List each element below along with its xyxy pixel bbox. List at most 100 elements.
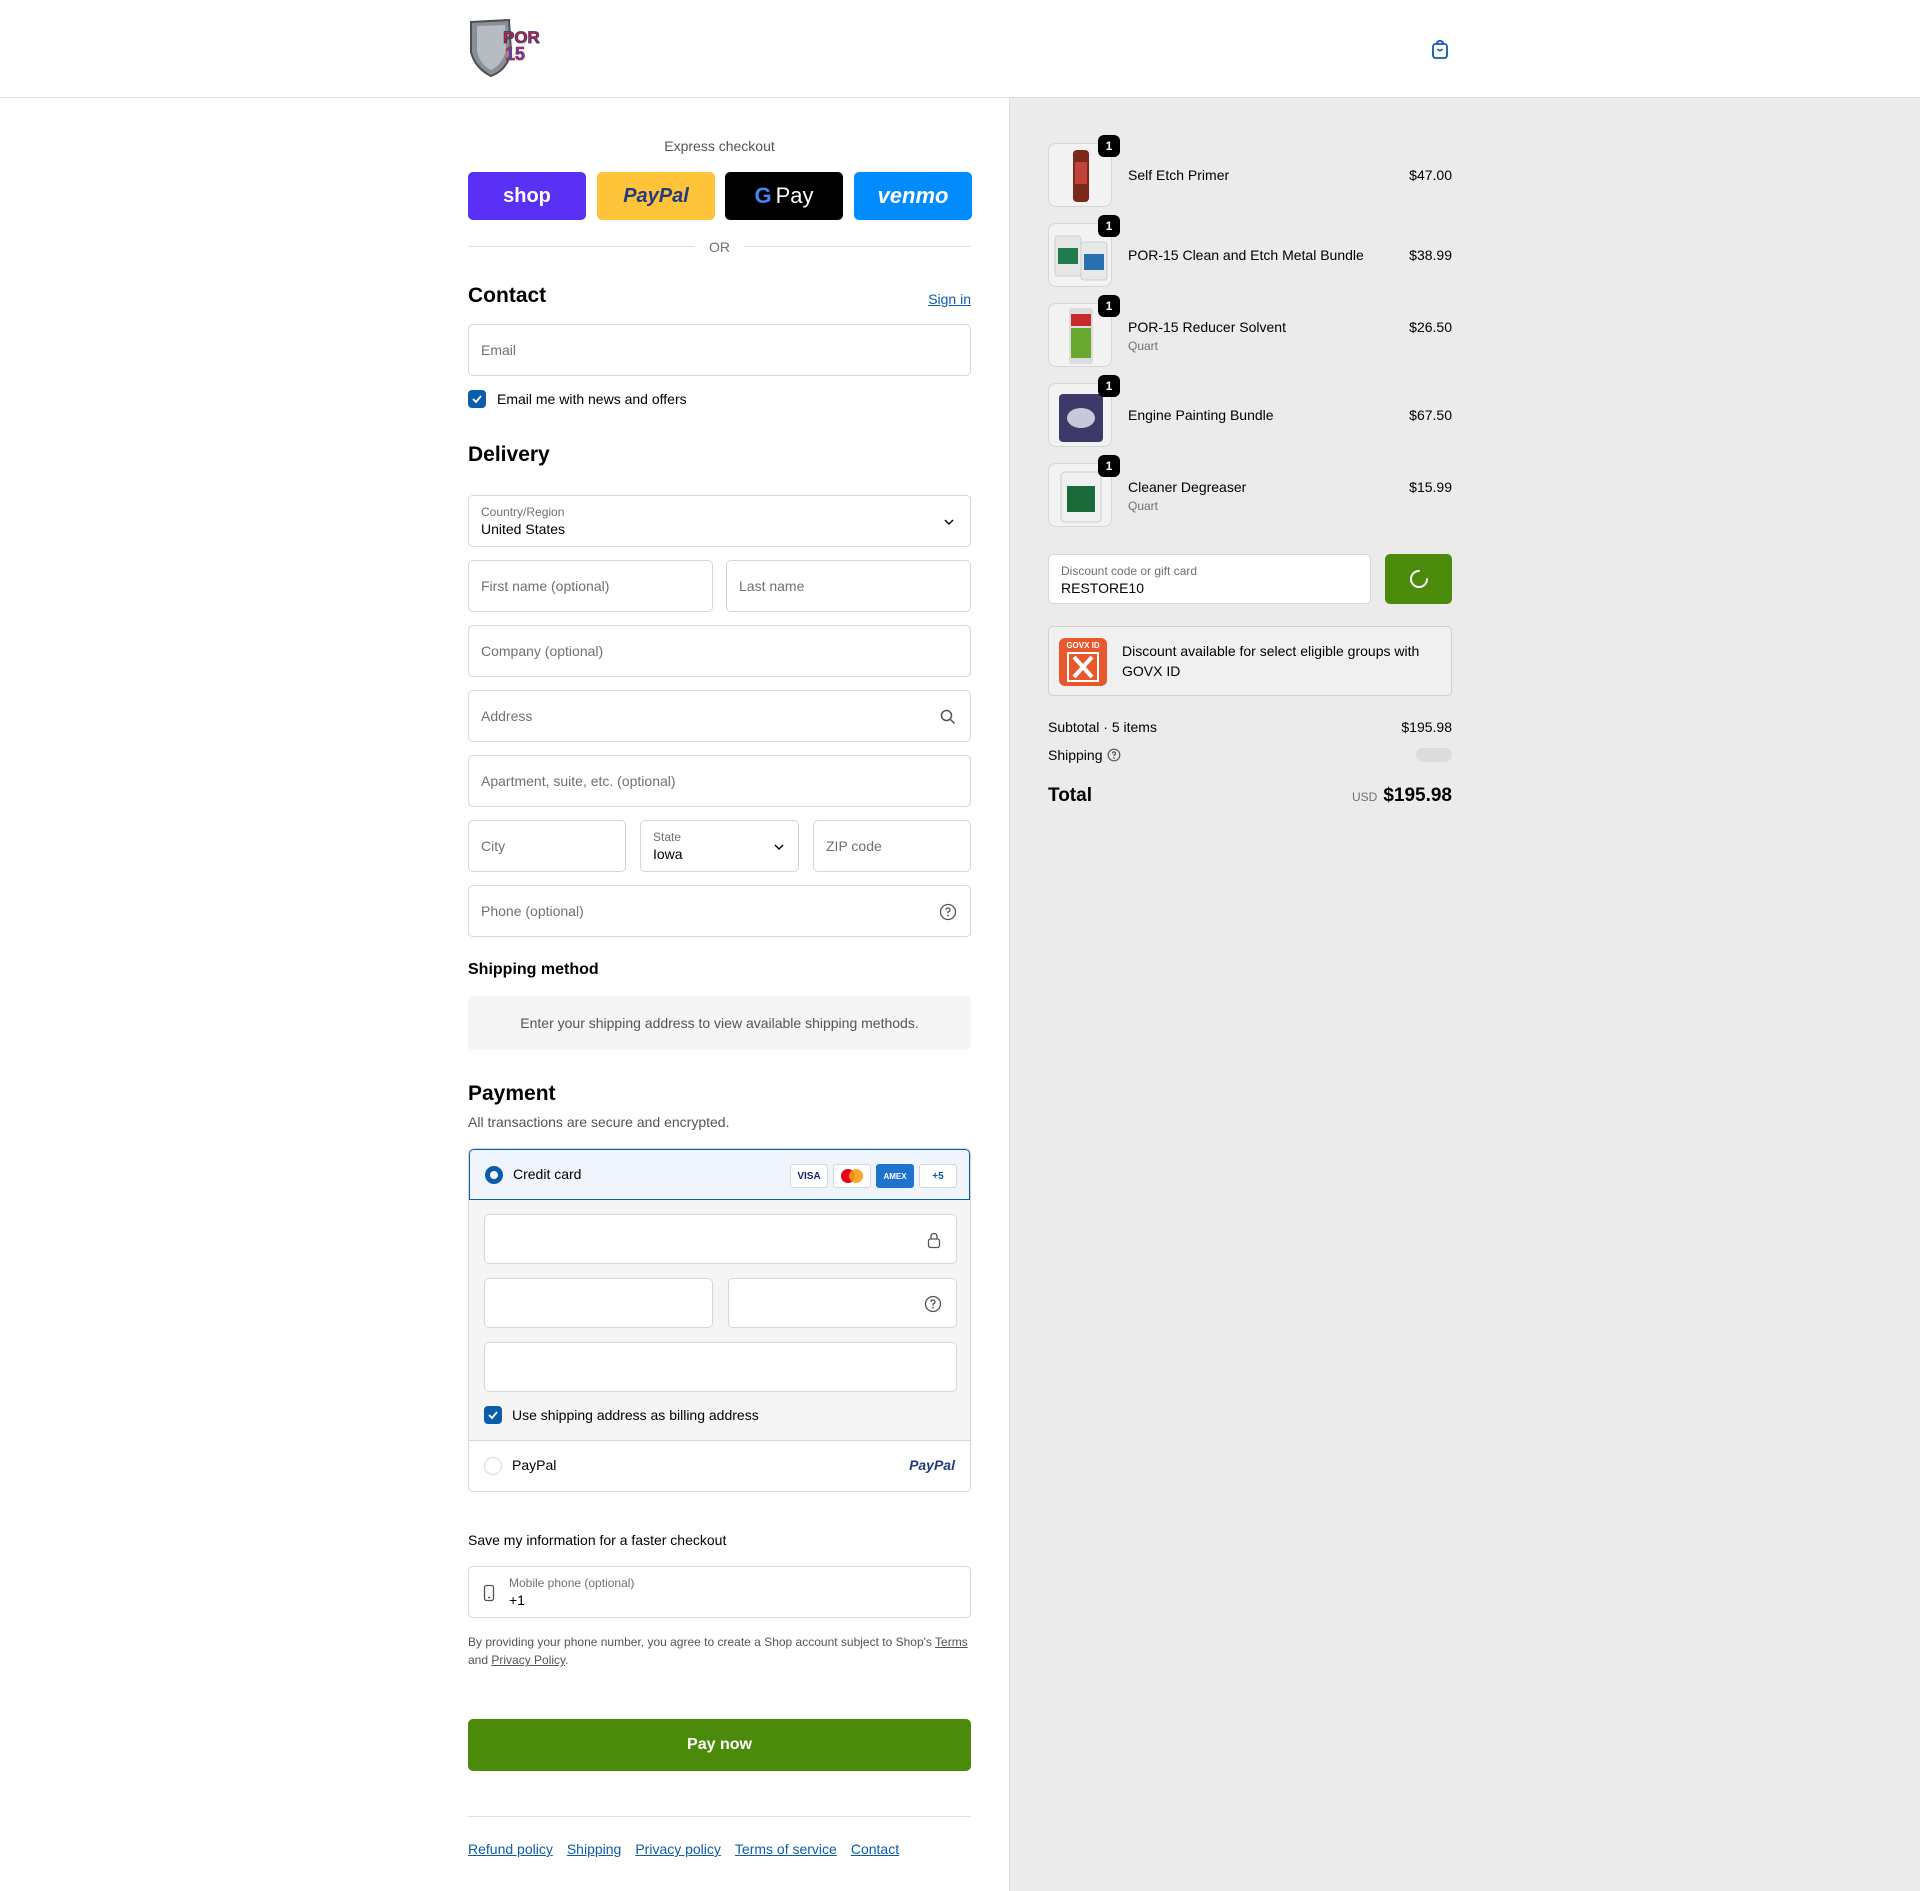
product-name: POR-15 Clean and Etch Metal Bundle: [1128, 247, 1364, 263]
line-item: 1 Self Etch Primer $47.00: [1048, 135, 1452, 209]
header: POR 15: [0, 0, 1920, 98]
payment-methods: Credit card VISA AMEX +5 Use shipping ad…: [468, 1148, 971, 1492]
currency-code: USD: [1351, 790, 1378, 804]
card-name-field[interactable]: [484, 1342, 957, 1392]
loading-spinner-icon: [1409, 570, 1428, 588]
phone-icon: [483, 1584, 495, 1602]
billing-same-label: Use shipping address as billing address: [512, 1407, 759, 1423]
newsletter-checkbox[interactable]: [468, 390, 486, 408]
paypal-radio[interactable]: [484, 1457, 502, 1475]
subtotal-label: Subtotal · 5 items: [1048, 719, 1157, 735]
quantity-badge: 1: [1098, 215, 1120, 237]
quantity-badge: 1: [1098, 295, 1120, 317]
payment-title: Payment: [468, 1082, 556, 1105]
total-value: $195.98: [1383, 785, 1452, 806]
checkmark-icon: [488, 1411, 498, 1420]
mastercard-icon: [833, 1164, 871, 1188]
save-info-title: Save my information for a faster checkou…: [468, 1532, 727, 1548]
privacy-policy-link[interactable]: Privacy policy: [635, 1841, 721, 1857]
shipping-method-title: Shipping method: [468, 961, 599, 978]
address-field[interactable]: Address: [468, 690, 971, 742]
first-name-field[interactable]: First name (optional): [468, 560, 713, 612]
google-pay-button[interactable]: G Pay: [725, 172, 843, 220]
terms-link[interactable]: Terms: [935, 1635, 968, 1649]
govx-text: Discount available for select eligible g…: [1122, 643, 1420, 679]
paypal-express-button[interactable]: PayPal: [597, 172, 715, 220]
apartment-field[interactable]: Apartment, suite, etc. (optional): [468, 755, 971, 807]
paypal-option[interactable]: PayPal PayPal: [469, 1441, 970, 1491]
quantity-badge: 1: [1098, 455, 1120, 477]
apply-discount-button[interactable]: [1385, 554, 1452, 604]
govx-discount-banner[interactable]: GOVX ID Discount available for select el…: [1048, 626, 1452, 696]
privacy-policy-link[interactable]: Privacy Policy: [491, 1653, 565, 1667]
more-cards-badge: +5: [919, 1164, 957, 1188]
google-g-icon: G: [754, 183, 772, 208]
help-icon[interactable]: [924, 1295, 942, 1313]
mobile-phone-field[interactable]: Mobile phone (optional) +1: [468, 1566, 971, 1618]
line-item: 1 POR-15 Reducer Solvent Quart $26.50: [1048, 295, 1452, 369]
contact-title: Contact: [468, 284, 547, 307]
card-cvv-field[interactable]: [728, 1278, 957, 1328]
pay-now-button[interactable]: Pay now: [468, 1719, 971, 1771]
credit-card-form: Use shipping address as billing address: [469, 1200, 970, 1441]
line-item: 1 Engine Painting Bundle $67.50: [1048, 375, 1452, 449]
govx-logo: GOVX ID: [1059, 638, 1107, 686]
total-label: Total: [1048, 785, 1092, 806]
state-select[interactable]: State Iowa: [640, 820, 799, 872]
product-price: $47.00: [1409, 167, 1452, 183]
product-price: $38.99: [1409, 247, 1452, 263]
card-number-field[interactable]: [484, 1214, 957, 1264]
cart-icon[interactable]: [1429, 38, 1451, 60]
discount-code-field[interactable]: Discount code or gift card RESTORE10: [1048, 554, 1371, 604]
product-variant: Quart: [1128, 499, 1159, 513]
shipping-method-message: Enter your shipping address to view avai…: [468, 996, 971, 1050]
country-select[interactable]: Country/Region United States: [468, 495, 971, 547]
quantity-badge: 1: [1098, 375, 1120, 397]
save-info-legal: By providing your phone number, you agre…: [468, 1635, 968, 1667]
shipping-label: Shipping: [1048, 747, 1103, 763]
help-icon[interactable]: [939, 903, 957, 921]
subtotal-value: $195.98: [1401, 719, 1452, 735]
company-field[interactable]: Company (optional): [468, 625, 971, 677]
shipping-value-placeholder: [1416, 748, 1452, 762]
express-checkout-title: Express checkout: [664, 138, 775, 154]
phone-field[interactable]: Phone (optional): [468, 885, 971, 937]
line-item: 1 Cleaner Degreaser Quart $15.99: [1048, 455, 1452, 529]
city-field[interactable]: City: [468, 820, 626, 872]
venmo-button[interactable]: venmo: [854, 172, 972, 220]
shipping-link[interactable]: Shipping: [567, 1841, 622, 1857]
email-field[interactable]: Email: [468, 324, 971, 376]
paypal-logo: PayPal: [623, 184, 689, 207]
last-name-field[interactable]: Last name: [726, 560, 971, 612]
chevron-down-icon: [774, 844, 784, 850]
shop-pay-button[interactable]: shop: [468, 172, 586, 220]
amex-icon: AMEX: [876, 1164, 914, 1188]
store-logo[interactable]: POR 15: [467, 18, 549, 78]
line-item: 1 POR-15 Clean and Etch Metal Bundle $38…: [1048, 215, 1452, 289]
footer-links: Refund policy Shipping Privacy policy Te…: [468, 1841, 899, 1857]
govx-x-icon: [1067, 652, 1099, 682]
billing-same-checkbox[interactable]: [484, 1406, 502, 1424]
terms-of-service-link[interactable]: Terms of service: [735, 1841, 837, 1857]
contact-link[interactable]: Contact: [851, 1841, 899, 1857]
sign-in-link[interactable]: Sign in: [928, 291, 971, 307]
card-expiry-field[interactable]: [484, 1278, 713, 1328]
delivery-title: Delivery: [468, 443, 550, 466]
paypal-logo: PayPal: [909, 1457, 955, 1473]
credit-card-radio[interactable]: [485, 1166, 503, 1184]
zip-field[interactable]: ZIP code: [813, 820, 971, 872]
total-amount: USD $195.98: [1352, 785, 1452, 807]
credit-card-option[interactable]: Credit card VISA AMEX +5: [469, 1149, 970, 1200]
refund-policy-link[interactable]: Refund policy: [468, 1841, 553, 1857]
product-name: POR-15 Reducer Solvent: [1128, 319, 1286, 335]
search-icon: [940, 709, 956, 725]
help-icon[interactable]: [1107, 748, 1121, 762]
quantity-badge: 1: [1098, 135, 1120, 157]
footer-divider: [468, 1816, 971, 1817]
product-price: $26.50: [1409, 319, 1452, 335]
product-name: Engine Painting Bundle: [1128, 407, 1274, 423]
product-variant: Quart: [1128, 339, 1159, 353]
newsletter-label: Email me with news and offers: [497, 391, 687, 407]
product-name: Cleaner Degreaser: [1128, 479, 1247, 495]
lock-icon: [927, 1232, 941, 1249]
